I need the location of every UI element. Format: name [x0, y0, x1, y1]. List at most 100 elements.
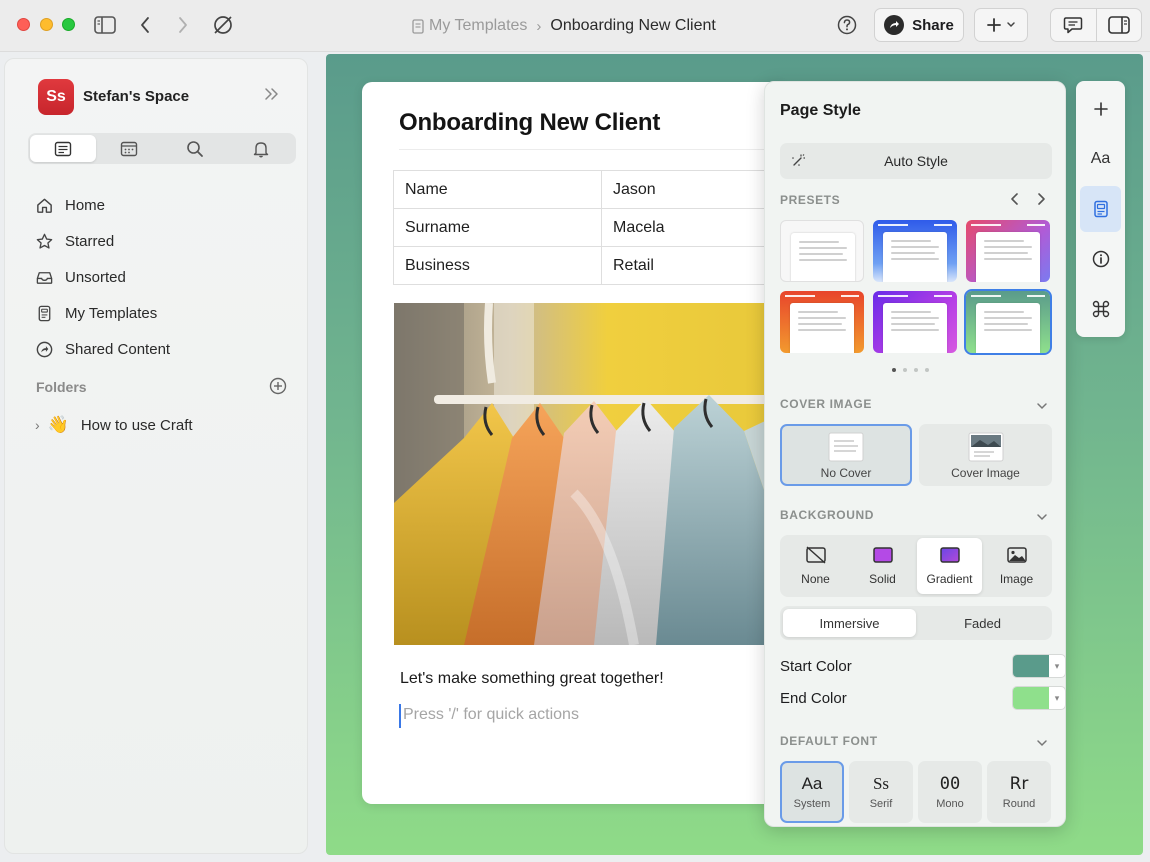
presets-heading: PRESETS	[780, 193, 841, 207]
title-divider	[399, 149, 782, 150]
shortcuts-button[interactable]	[1080, 286, 1121, 332]
panel-title: Page Style	[780, 102, 861, 119]
minimize-window-button[interactable]	[40, 18, 53, 31]
background-none-option[interactable]: None	[783, 538, 848, 594]
sidebar-item-home[interactable]: Home	[35, 187, 170, 223]
breadcrumb-parent[interactable]: My Templates	[429, 17, 527, 35]
end-color-swatch[interactable]	[1013, 687, 1049, 709]
info-icon	[1092, 250, 1109, 268]
client-info-table: Name Jason Surname Macela Business Retai…	[393, 170, 782, 285]
breadcrumb: My Templates › Onboarding New Client	[412, 16, 716, 36]
breadcrumb-separator-icon: ›	[536, 17, 542, 35]
preset-pink-purple[interactable]	[966, 220, 1050, 282]
zoom-window-button[interactable]	[62, 18, 75, 31]
table-cell[interactable]: Name	[393, 170, 602, 209]
table-cell[interactable]: Jason	[601, 170, 782, 209]
background-solid-option[interactable]: Solid	[850, 538, 915, 594]
mode-immersive[interactable]: Immersive	[783, 609, 916, 637]
end-color-picker[interactable]: ▾	[1012, 686, 1066, 710]
start-color-picker[interactable]: ▾	[1012, 654, 1066, 678]
tab-search[interactable]	[162, 135, 228, 162]
table-row: Surname Macela	[393, 208, 782, 247]
forward-arrow-icon[interactable]	[170, 12, 196, 38]
inspector-toggle-button[interactable]	[1095, 9, 1141, 41]
tab-documents[interactable]	[30, 135, 96, 162]
breadcrumb-current: Onboarding New Client	[550, 17, 716, 34]
table-row: Business Retail	[393, 246, 782, 285]
sidebar-item-unsorted[interactable]: Unsorted	[35, 259, 170, 295]
close-window-button[interactable]	[17, 18, 30, 31]
focus-mode-icon[interactable]	[210, 12, 236, 38]
page-title[interactable]: Onboarding New Client	[399, 109, 660, 137]
cover-image-chevron-icon[interactable]	[1036, 397, 1048, 415]
chevron-down-icon[interactable]: ▾	[1049, 655, 1065, 677]
auto-style-button[interactable]: Auto Style	[780, 143, 1052, 179]
insert-button[interactable]	[1080, 86, 1121, 132]
collapse-sidebar-icon[interactable]	[263, 86, 281, 107]
gradient-mode-selector: Immersive Faded	[780, 606, 1052, 640]
chevron-down-icon[interactable]: ▾	[1049, 687, 1065, 709]
shared-icon	[36, 341, 53, 357]
cover-image-option[interactable]: Cover Image	[919, 424, 1052, 486]
text-style-icon: Aa	[1090, 150, 1111, 167]
share-button[interactable]: Share	[874, 8, 964, 42]
preset-violet[interactable]	[873, 291, 957, 353]
presets-prev-icon[interactable]	[1010, 192, 1020, 211]
table-cell[interactable]: Business	[393, 246, 602, 285]
mode-faded[interactable]: Faded	[916, 609, 1049, 637]
space-name[interactable]: Stefan's Space	[83, 88, 189, 105]
font-serif-option[interactable]: Ss Serif	[849, 761, 913, 823]
empty-block-placeholder[interactable]: Press '/' for quick actions	[403, 706, 579, 724]
sidebar-item-starred[interactable]: Starred	[35, 223, 170, 259]
tab-notifications[interactable]	[228, 135, 294, 162]
clothing-rack-image[interactable]	[394, 303, 782, 645]
template-doc-icon	[412, 18, 424, 34]
font-round-option[interactable]: Rr Round	[987, 761, 1051, 823]
preset-orange[interactable]	[780, 291, 864, 353]
font-system-option[interactable]: Aa System	[780, 761, 844, 823]
help-icon[interactable]	[834, 12, 860, 38]
text-style-button[interactable]: Aa	[1080, 136, 1121, 182]
sidebar-toggle-icon[interactable]	[92, 12, 118, 38]
start-color-row: Start Color ▾	[780, 654, 1066, 678]
background-gradient-option[interactable]: Gradient	[917, 538, 982, 594]
background-image-label: Image	[999, 572, 1034, 586]
presets-next-icon[interactable]	[1036, 192, 1046, 211]
default-font-chevron-icon[interactable]	[1036, 734, 1048, 752]
plus-icon	[1093, 102, 1108, 116]
table-cell[interactable]: Macela	[601, 208, 782, 247]
template-icon	[38, 305, 51, 321]
sidebar-item-my-templates[interactable]: My Templates	[35, 295, 170, 331]
preset-blue[interactable]	[873, 220, 957, 282]
font-name: Serif	[869, 798, 893, 810]
back-arrow-icon[interactable]	[132, 12, 158, 38]
body-paragraph[interactable]: Let's make something great together!	[400, 670, 664, 688]
font-mono-option[interactable]: 00 Mono	[918, 761, 982, 823]
background-image-option[interactable]: Image	[984, 538, 1049, 594]
add-folder-icon[interactable]	[269, 377, 287, 400]
no-cover-option[interactable]: No Cover	[780, 424, 912, 486]
table-cell[interactable]: Surname	[393, 208, 602, 247]
table-cell[interactable]: Retail	[601, 246, 782, 285]
sidebar-item-label: Shared Content	[65, 340, 171, 358]
page-style-button[interactable]	[1080, 186, 1121, 232]
document-info-button[interactable]	[1080, 236, 1121, 282]
space-avatar[interactable]: Ss	[38, 79, 74, 115]
sidebar-item-shared-content[interactable]: Shared Content	[35, 331, 170, 367]
add-menu-button[interactable]	[974, 8, 1028, 42]
text-cursor	[399, 704, 401, 728]
cover-image-thumb-icon	[968, 432, 1003, 462]
chevron-right-icon[interactable]: ›	[35, 417, 40, 433]
comments-button[interactable]	[1051, 9, 1096, 41]
background-chevron-icon[interactable]	[1036, 508, 1048, 526]
preset-white[interactable]	[780, 220, 864, 282]
sidebar-nav: Home Starred Unsorted My Templates Share…	[35, 187, 170, 367]
start-color-swatch[interactable]	[1013, 655, 1049, 677]
folder-item[interactable]: › 👋 How to use Craft	[35, 415, 193, 435]
background-solid-label: Solid	[869, 572, 896, 586]
tab-calendar[interactable]	[96, 135, 162, 162]
preset-green-selected[interactable]	[964, 289, 1052, 355]
sidebar-item-label: My Templates	[65, 304, 158, 322]
inbox-icon	[36, 271, 53, 284]
preset-page-dots[interactable]	[892, 368, 929, 372]
